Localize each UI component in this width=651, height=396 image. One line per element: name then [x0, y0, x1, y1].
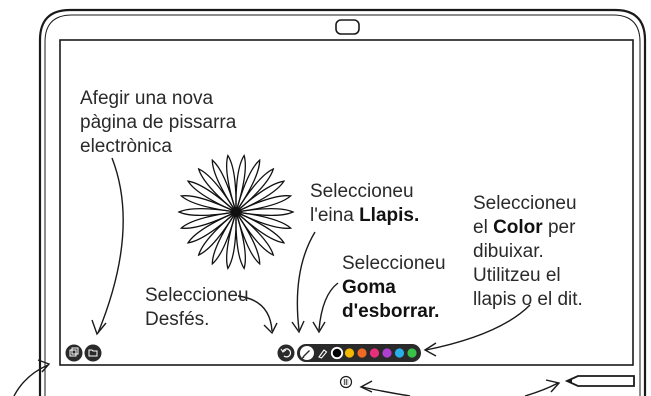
annotation-eraser-line1: Seleccioneu [342, 253, 446, 274]
annotation-pencil-tool-name: Llapis. [359, 205, 420, 226]
color-swatch-3[interactable] [357, 348, 367, 358]
annotation-undo-line1: Seleccioneu [145, 285, 249, 306]
annotation-color-line3: dibuixar. [473, 241, 544, 262]
arrowhead-home [359, 380, 373, 393]
home-icon [343, 379, 349, 385]
arrow-home [361, 386, 411, 396]
color-swatch-7[interactable] [407, 348, 417, 358]
annotation-eraser-line3: d'esborrar. [342, 300, 446, 324]
home-button[interactable] [339, 375, 353, 389]
annotation-color-tool-name: Color [493, 217, 543, 238]
annotation-eraser: Seleccioneu Goma d'esborrar. [342, 252, 446, 324]
annotation-color-suffix: per [542, 217, 576, 238]
folder-button[interactable] [84, 344, 102, 362]
pencil-button[interactable] [300, 346, 314, 360]
color-swatch-6[interactable] [394, 348, 405, 358]
annotation-add-page-line2: pàgina de pissarra [80, 112, 237, 133]
annotation-color-line5: llapis o el dit. [473, 289, 583, 310]
new-page-button[interactable] [65, 344, 83, 362]
stylus-icon [564, 375, 635, 387]
annotation-pencil-line1: Seleccioneu [310, 181, 414, 202]
annotation-pencil: Seleccioneu l'eina Llapis. [310, 180, 419, 228]
annotation-add-page: Afegir una nova pàgina de pissarra elect… [80, 87, 236, 159]
annotation-undo: Seleccioneu Desfés. [145, 284, 249, 332]
annotation-color-line1: Seleccioneu [473, 193, 577, 214]
annotation-eraser-tool-name-2: d'esborrar. [342, 301, 440, 322]
color-swatch-5[interactable] [382, 348, 392, 358]
annotation-eraser-line2: Goma [342, 276, 446, 300]
annotation-color: Seleccioneu el Color per dibuixar. Utili… [473, 192, 583, 312]
flower-center [232, 208, 240, 216]
whiteboard-diagram: Afegir una nova pàgina de pissarra elect… [0, 0, 651, 396]
camera-icon [335, 19, 360, 35]
color-swatch-2[interactable] [344, 348, 355, 358]
annotation-color-prefix: el [473, 217, 494, 238]
arrow-corner-left [13, 364, 49, 396]
annotation-pencil-prefix: l'eina [310, 205, 360, 226]
annotation-undo-line2: Desfés. [145, 309, 210, 330]
color-swatch-1[interactable] [330, 346, 344, 360]
undo-button[interactable] [277, 344, 295, 362]
annotation-add-page-line3: electrònica [80, 136, 172, 157]
annotation-eraser-tool-name-1: Goma [342, 277, 396, 298]
annotation-add-page-line1: Afegir una nova [80, 88, 214, 109]
color-swatch-4[interactable] [369, 348, 380, 358]
annotation-color-line2: el Color per [473, 216, 583, 240]
annotation-pencil-line2: l'eina Llapis. [310, 204, 419, 228]
annotation-color-line4: Utilitzeu el [473, 265, 561, 286]
